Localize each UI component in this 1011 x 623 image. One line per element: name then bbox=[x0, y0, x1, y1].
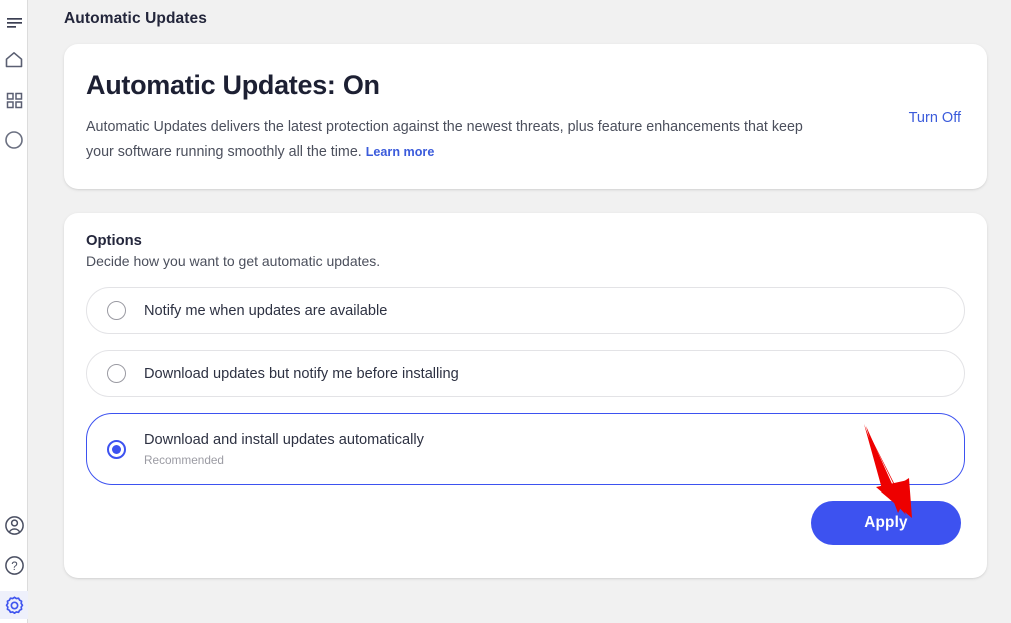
option-label: Notify me when updates are available bbox=[144, 303, 387, 319]
status-title: Automatic Updates: On bbox=[86, 70, 959, 101]
sidebar-item-home[interactable] bbox=[0, 45, 28, 73]
turn-off-link[interactable]: Turn Off bbox=[909, 110, 961, 126]
main-content: Automatic Updates Automatic Updates: On … bbox=[28, 0, 1011, 623]
home-icon bbox=[4, 50, 24, 69]
sidebar-item-status[interactable] bbox=[0, 126, 28, 154]
options-title: Options bbox=[86, 233, 965, 249]
help-icon: ? bbox=[4, 555, 25, 576]
status-card: Automatic Updates: On Automatic Updates … bbox=[64, 44, 987, 189]
status-description: Automatic Updates delivers the latest pr… bbox=[86, 115, 828, 164]
option-sublabel: Recommended bbox=[144, 453, 424, 467]
sidebar-item-account[interactable] bbox=[0, 511, 28, 539]
option-row-download-notify[interactable]: Download updates but notify me before in… bbox=[86, 350, 965, 397]
option-row-download-install[interactable]: Download and install updates automatical… bbox=[86, 413, 965, 485]
apply-button[interactable]: Apply bbox=[811, 501, 961, 545]
status-icon bbox=[4, 130, 24, 150]
sidebar-item-settings[interactable] bbox=[0, 591, 28, 619]
option-row-notify[interactable]: Notify me when updates are available bbox=[86, 287, 965, 334]
sidebar-item-help[interactable]: ? bbox=[0, 551, 28, 579]
options-card: Options Decide how you want to get autom… bbox=[64, 213, 987, 578]
radio-download-install[interactable] bbox=[107, 440, 126, 459]
app-window: ? Automatic Updates Automatic Updates: O… bbox=[0, 0, 1011, 623]
gear-icon bbox=[4, 595, 25, 616]
radio-download-notify[interactable] bbox=[107, 364, 126, 383]
sidebar-item-menu[interactable] bbox=[0, 9, 28, 37]
svg-text:?: ? bbox=[11, 561, 17, 573]
option-label: Download updates but notify me before in… bbox=[144, 366, 459, 382]
sidebar-rail: ? bbox=[0, 0, 28, 623]
learn-more-link[interactable]: Learn more bbox=[366, 145, 435, 159]
menu-icon bbox=[6, 16, 23, 30]
sidebar-item-apps[interactable] bbox=[0, 86, 28, 114]
page-title: Automatic Updates bbox=[64, 0, 987, 44]
option-label: Download and install updates automatical… bbox=[144, 432, 424, 448]
options-subtitle: Decide how you want to get automatic upd… bbox=[86, 253, 965, 269]
account-icon bbox=[4, 515, 25, 536]
radio-notify[interactable] bbox=[107, 301, 126, 320]
apps-icon bbox=[6, 92, 23, 109]
apply-button-row: Apply bbox=[86, 501, 965, 545]
status-description-text: Automatic Updates delivers the latest pr… bbox=[86, 119, 803, 160]
